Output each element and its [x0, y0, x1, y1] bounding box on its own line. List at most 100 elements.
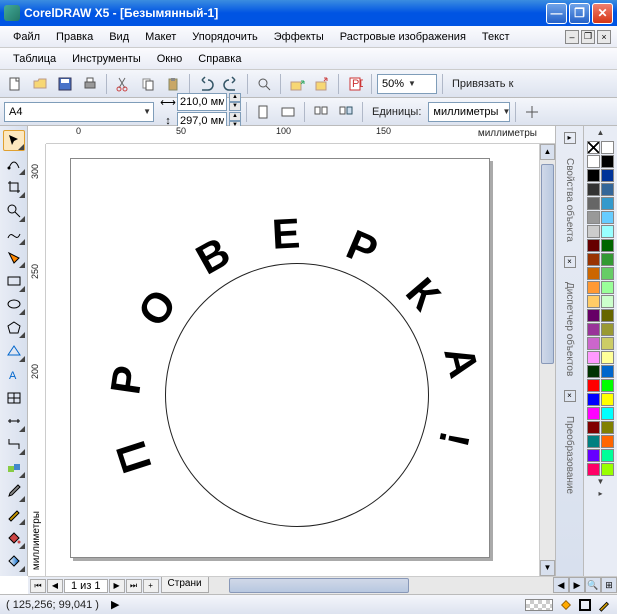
- next-page-button[interactable]: ▶: [109, 579, 125, 593]
- all-pages-button[interactable]: [310, 101, 332, 123]
- color-swatch[interactable]: [587, 225, 600, 238]
- color-swatch[interactable]: [601, 435, 614, 448]
- scroll-right-button[interactable]: ▶: [569, 577, 585, 593]
- color-swatch[interactable]: [587, 295, 600, 308]
- docker-transform[interactable]: Преобразование: [562, 412, 577, 498]
- zoom-out-button[interactable]: 🔍: [585, 577, 601, 593]
- new-button[interactable]: [4, 73, 26, 95]
- current-page-button[interactable]: [335, 101, 357, 123]
- first-page-button[interactable]: ⏮: [30, 579, 46, 593]
- open-button[interactable]: [29, 73, 51, 95]
- snap-label[interactable]: Привязать к: [448, 78, 517, 90]
- add-page-button[interactable]: +: [143, 579, 159, 593]
- color-swatch[interactable]: [587, 239, 600, 252]
- basic-shapes-tool[interactable]: [3, 340, 25, 361]
- ellipse-tool[interactable]: [3, 294, 25, 315]
- menu-effects[interactable]: Эффекты: [267, 29, 331, 45]
- color-swatch[interactable]: [601, 337, 614, 350]
- connector-tool[interactable]: [3, 434, 25, 455]
- color-swatch[interactable]: [587, 421, 600, 434]
- polygon-tool[interactable]: [3, 317, 25, 338]
- freehand-tool[interactable]: [3, 224, 25, 245]
- color-swatch[interactable]: [587, 253, 600, 266]
- mdi-close-button[interactable]: ×: [597, 30, 611, 44]
- paste-button[interactable]: [162, 73, 184, 95]
- units-dropdown[interactable]: миллиметры▼: [428, 102, 510, 122]
- menu-tools[interactable]: Инструменты: [65, 51, 148, 67]
- drawing-canvas[interactable]: ПРОВЕРКА!: [46, 144, 539, 576]
- color-swatch[interactable]: [601, 281, 614, 294]
- menu-arrange[interactable]: Упорядочить: [185, 29, 264, 45]
- palette-scroll-down[interactable]: ▼: [586, 477, 616, 489]
- menu-table[interactable]: Таблица: [6, 51, 63, 67]
- cut-button[interactable]: [112, 73, 134, 95]
- color-swatch[interactable]: [587, 337, 600, 350]
- menu-view[interactable]: Вид: [102, 29, 136, 45]
- menu-edit[interactable]: Правка: [49, 29, 100, 45]
- color-swatch[interactable]: [601, 155, 614, 168]
- horizontal-scrollbar[interactable]: [209, 577, 553, 594]
- color-swatch[interactable]: [601, 393, 614, 406]
- docker-close-1[interactable]: ×: [564, 256, 576, 268]
- vscroll-thumb[interactable]: [541, 164, 554, 364]
- color-swatch[interactable]: [601, 169, 614, 182]
- docker-expand-button[interactable]: ▸: [564, 132, 576, 144]
- color-swatch[interactable]: [601, 211, 614, 224]
- color-swatch[interactable]: [601, 267, 614, 280]
- publish-pdf-button[interactable]: PDF: [344, 73, 366, 95]
- ellipse-object[interactable]: [165, 263, 429, 527]
- color-swatch[interactable]: [587, 309, 600, 322]
- import-button[interactable]: [286, 73, 308, 95]
- color-swatch[interactable]: [587, 169, 600, 182]
- export-button[interactable]: [311, 73, 333, 95]
- color-swatch[interactable]: [601, 365, 614, 378]
- no-color-swatch[interactable]: [587, 141, 600, 154]
- color-swatch[interactable]: [601, 379, 614, 392]
- pick-tool[interactable]: [3, 130, 25, 151]
- interactive-tool[interactable]: [3, 457, 25, 478]
- menu-help[interactable]: Справка: [191, 51, 248, 67]
- outline-swatch[interactable]: [579, 599, 591, 611]
- navigator-button[interactable]: ⊞: [601, 577, 617, 593]
- color-swatch[interactable]: [601, 183, 614, 196]
- color-swatch[interactable]: [601, 351, 614, 364]
- color-swatch[interactable]: [587, 155, 600, 168]
- text-tool[interactable]: A: [3, 364, 25, 385]
- close-button[interactable]: ✕: [592, 3, 613, 24]
- color-swatch[interactable]: [587, 323, 600, 336]
- dimension-tool[interactable]: [3, 410, 25, 431]
- menu-window[interactable]: Окно: [150, 51, 190, 67]
- color-swatch[interactable]: [587, 211, 600, 224]
- outline-tool[interactable]: [3, 504, 25, 525]
- color-swatch[interactable]: [601, 253, 614, 266]
- shape-tool[interactable]: [3, 153, 25, 174]
- color-swatch[interactable]: [587, 393, 600, 406]
- color-swatch[interactable]: [601, 421, 614, 434]
- color-swatch[interactable]: [601, 239, 614, 252]
- paper-size-dropdown[interactable]: A4▼: [4, 102, 154, 122]
- color-swatch[interactable]: [587, 407, 600, 420]
- color-swatch[interactable]: [587, 351, 600, 364]
- color-swatch[interactable]: [601, 323, 614, 336]
- smart-fill-tool[interactable]: [3, 247, 25, 268]
- color-swatch[interactable]: [601, 449, 614, 462]
- color-swatch[interactable]: [587, 183, 600, 196]
- nudge-button[interactable]: [521, 101, 543, 123]
- undo-button[interactable]: [195, 73, 217, 95]
- menu-layout[interactable]: Макет: [138, 29, 183, 45]
- last-page-button[interactable]: ⏭: [126, 579, 142, 593]
- docker-close-2[interactable]: ×: [564, 390, 576, 402]
- color-swatch[interactable]: [601, 309, 614, 322]
- color-swatch[interactable]: [601, 197, 614, 210]
- color-swatch[interactable]: [601, 225, 614, 238]
- zoom-dropdown[interactable]: 50%▼: [377, 74, 437, 94]
- orientation-landscape-button[interactable]: [277, 101, 299, 123]
- redo-button[interactable]: [220, 73, 242, 95]
- color-swatch[interactable]: [601, 295, 614, 308]
- docker-object-properties[interactable]: Свойства объекта: [562, 154, 577, 246]
- print-button[interactable]: [79, 73, 101, 95]
- save-button[interactable]: [54, 73, 76, 95]
- color-swatch[interactable]: [587, 365, 600, 378]
- horizontal-ruler[interactable]: 0 50 100 150 миллиметры: [46, 126, 555, 144]
- color-swatch[interactable]: [601, 141, 614, 154]
